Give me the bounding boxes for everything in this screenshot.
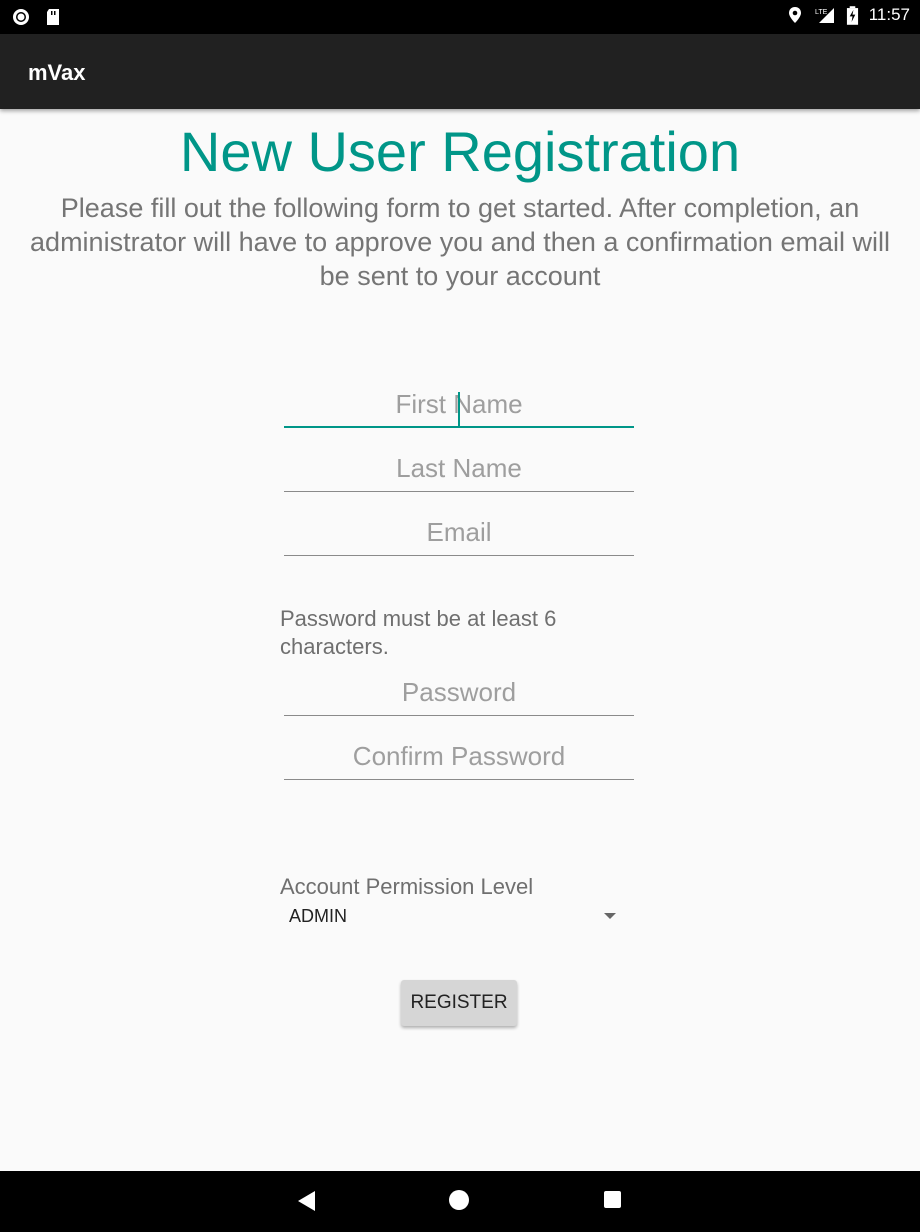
svg-text:LTE: LTE (815, 9, 828, 16)
permission-level-dropdown[interactable]: ADMIN (280, 901, 620, 933)
location-icon (788, 7, 801, 23)
last-name-field[interactable] (284, 446, 634, 492)
lte-signal-icon: LTE (815, 8, 834, 23)
permission-level-value: ADMIN (289, 906, 347, 926)
confirm-password-field[interactable] (284, 734, 634, 780)
register-button[interactable]: REGISTER (401, 980, 517, 1026)
navigation-bar (0, 1171, 920, 1232)
battery-charging-icon (846, 5, 858, 25)
app-title: mVax (28, 60, 86, 85)
recents-icon[interactable] (604, 1191, 621, 1208)
intro-text: Please fill out the following form to ge… (30, 193, 890, 291)
status-bar: LTE 11:57 (0, 0, 920, 34)
back-icon[interactable] (297, 1190, 317, 1212)
confirm-password-input[interactable] (284, 734, 634, 779)
status-time: 11:57 (868, 5, 910, 24)
password-input[interactable] (284, 670, 634, 715)
email-field[interactable] (284, 510, 634, 556)
text-cursor (458, 392, 460, 428)
record-icon (13, 9, 29, 25)
page-title: New User Registration (179, 120, 741, 183)
password-hint: Password must be at least 6 characters. (280, 606, 557, 659)
registration-form: New User Registration Please fill out th… (0, 109, 920, 1171)
home-icon[interactable] (449, 1190, 469, 1210)
sd-card-icon (47, 9, 59, 25)
first-name-field[interactable] (284, 382, 634, 428)
permission-level-label: Account Permission Level (280, 874, 534, 899)
email-input[interactable] (284, 510, 634, 555)
password-field[interactable] (284, 670, 634, 716)
last-name-input[interactable] (284, 446, 634, 491)
dropdown-arrow-icon (604, 913, 616, 919)
app-bar: mVax (0, 34, 920, 109)
